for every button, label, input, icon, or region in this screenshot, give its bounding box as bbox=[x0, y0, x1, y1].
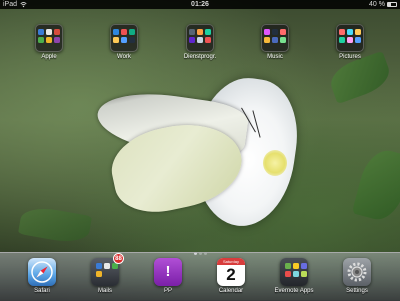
folder-label: Music bbox=[267, 54, 283, 60]
app-mini-icon bbox=[104, 263, 110, 269]
folder-dienstprogr[interactable]: Dienstprogr. bbox=[180, 24, 220, 60]
folder-music[interactable]: Music bbox=[255, 24, 295, 60]
exclamation-glyph: ! bbox=[165, 263, 171, 280]
battery-level bbox=[388, 3, 392, 6]
dock-label: Safari bbox=[34, 288, 50, 294]
app-mini-icon bbox=[264, 29, 270, 35]
folder-icon bbox=[110, 24, 138, 52]
app-mini-icon bbox=[38, 29, 44, 35]
dock-app-evernote-apps[interactable]: Evernote Apps bbox=[271, 258, 317, 294]
dock-label: Calendar bbox=[218, 288, 244, 294]
folder-icon bbox=[35, 24, 63, 52]
app-mini-icon bbox=[285, 271, 291, 277]
folder-apple[interactable]: Apple bbox=[29, 24, 69, 60]
app-mini-icon bbox=[293, 263, 299, 269]
app-mini-icon bbox=[293, 271, 299, 277]
dock-app-calendar[interactable]: Saturday 2 Calendar bbox=[208, 258, 254, 294]
app-mini-icon bbox=[205, 37, 211, 43]
status-bar: iPad 01:26 40 % bbox=[0, 0, 400, 9]
dock-app-pp[interactable]: ! PP bbox=[145, 258, 191, 294]
app-mini-icon bbox=[347, 29, 353, 35]
dock-label: PP bbox=[163, 288, 172, 294]
app-mini-icon bbox=[339, 37, 345, 43]
app-mini-icon bbox=[113, 37, 119, 43]
app-mini-icon bbox=[46, 29, 52, 35]
dock-app-mails[interactable]: 88 Mails bbox=[82, 253, 128, 294]
folder-icon bbox=[261, 24, 289, 52]
app-mini-icon bbox=[280, 29, 286, 35]
battery-percent: 40 % bbox=[369, 1, 385, 8]
folder-label: Apple bbox=[41, 54, 57, 60]
app-mini-icon bbox=[129, 37, 135, 43]
notification-badge: 88 bbox=[113, 253, 124, 264]
leaf-shape bbox=[17, 204, 93, 246]
app-mini-icon bbox=[197, 37, 203, 43]
dock-app-safari[interactable]: Safari bbox=[19, 258, 65, 294]
compass-icon bbox=[28, 258, 56, 286]
app-mini-icon bbox=[189, 29, 195, 35]
exclamation-icon: ! bbox=[154, 258, 182, 286]
folder-label: Work bbox=[117, 54, 131, 60]
apps-folder-icon bbox=[280, 258, 308, 286]
calendar-day-name: Saturday bbox=[217, 258, 245, 265]
dock-label: Evernote Apps bbox=[274, 288, 314, 294]
app-mini-icon bbox=[272, 37, 278, 43]
folder-work[interactable]: Work bbox=[104, 24, 144, 60]
app-mini-icon bbox=[339, 29, 345, 35]
folder-pictures[interactable]: Pictures bbox=[330, 24, 370, 60]
app-mini-icon bbox=[121, 29, 127, 35]
flower-center bbox=[263, 150, 287, 176]
app-mini-icon bbox=[46, 37, 52, 43]
dock-label: Mails bbox=[97, 288, 112, 294]
folder-label: Dienstprogr. bbox=[183, 54, 217, 60]
folder-icon bbox=[336, 24, 364, 52]
app-mini-icon bbox=[113, 29, 119, 35]
app-mini-icon bbox=[280, 37, 286, 43]
app-mini-icon bbox=[285, 263, 291, 269]
app-mini-icon bbox=[189, 37, 195, 43]
app-mini-icon bbox=[355, 29, 361, 35]
app-mini-icon bbox=[347, 37, 353, 43]
dock-label: Settings bbox=[346, 288, 368, 294]
dock: Safari 88 Mails ! PP Saturday 2 Calendar bbox=[0, 252, 400, 301]
dock-app-settings[interactable]: Settings bbox=[334, 258, 380, 294]
app-mini-icon bbox=[54, 37, 60, 43]
leaf-shape bbox=[351, 145, 400, 225]
app-mini-icon bbox=[121, 37, 127, 43]
calendar-icon: Saturday 2 bbox=[217, 258, 245, 286]
app-mini-icon bbox=[264, 37, 270, 43]
app-mini-icon bbox=[38, 37, 44, 43]
calendar-day-number: 2 bbox=[226, 265, 236, 284]
app-mini-icon bbox=[197, 29, 203, 35]
app-mini-icon bbox=[355, 37, 361, 43]
battery-icon bbox=[387, 2, 397, 7]
app-mini-icon bbox=[301, 263, 307, 269]
app-mini-icon bbox=[96, 271, 102, 277]
app-mini-icon bbox=[205, 29, 211, 35]
app-mini-icon bbox=[272, 29, 278, 35]
folder-label: Pictures bbox=[339, 54, 361, 60]
gear-icon bbox=[343, 258, 371, 286]
folder-icon bbox=[186, 24, 214, 52]
clock: 01:26 bbox=[191, 1, 209, 8]
mail-folder-icon: 88 bbox=[91, 253, 124, 286]
app-mini-icon bbox=[54, 29, 60, 35]
app-mini-icon bbox=[96, 263, 102, 269]
app-mini-icon bbox=[129, 29, 135, 35]
app-mini-icon bbox=[301, 271, 307, 277]
